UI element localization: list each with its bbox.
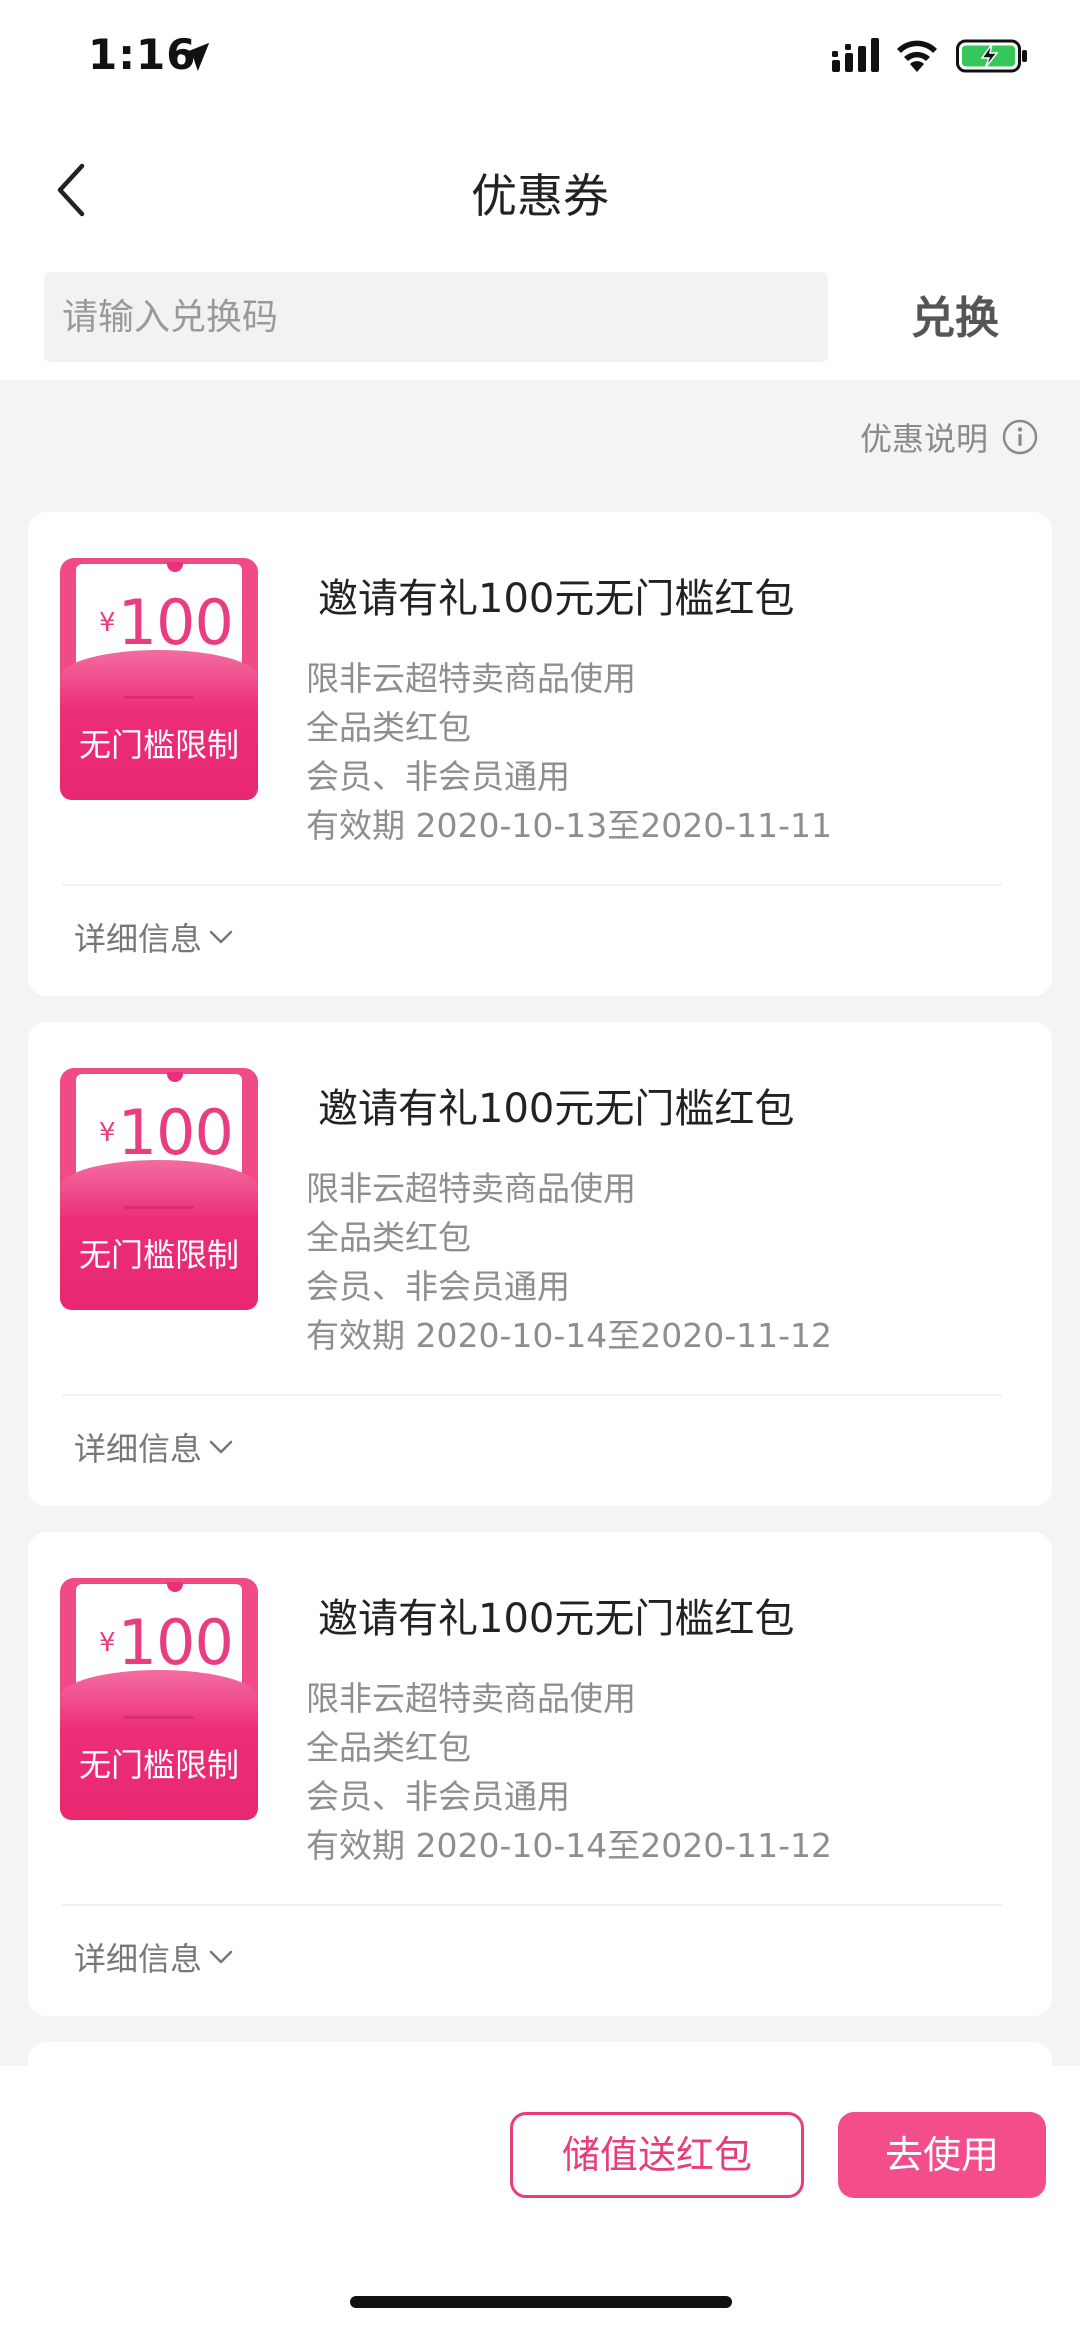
coupon-validity: 有效期 2020-10-14至2020-11-12: [306, 1826, 833, 1865]
currency-symbol: ¥: [99, 607, 116, 638]
details-toggle[interactable]: 详细信息: [74, 1422, 234, 1472]
coupon-threshold-label: 无门槛限制: [78, 1236, 239, 1274]
location-arrow-icon: [180, 42, 210, 72]
coupon-eligibility: 会员、非会员通用: [306, 1267, 570, 1306]
coupon-card[interactable]: ¥100 无门槛限制 邀请有礼100元无门槛红包 限非云超特卖商品使用 全品类红…: [28, 1532, 1052, 2016]
coupon-threshold-label: 无门槛限制: [78, 1746, 239, 1784]
home-indicator: [350, 2296, 732, 2308]
coupon-category: 全品类红包: [306, 708, 471, 747]
red-envelope-graphic: ¥100 无门槛限制: [60, 558, 258, 800]
details-toggle[interactable]: 详细信息: [74, 912, 234, 962]
status-bar: 1:16: [0, 0, 1080, 110]
promo-explanation-link[interactable]: 优惠说明: [860, 412, 1038, 462]
chevron-down-icon: [209, 930, 233, 944]
recharge-gift-button[interactable]: 储值送红包: [510, 2112, 804, 2198]
battery-charging-icon: [956, 39, 1027, 73]
chevron-down-icon: [209, 1950, 233, 1964]
coupon-value: 100: [117, 1096, 234, 1169]
coupon-validity: 有效期 2020-10-13至2020-11-11: [306, 806, 833, 845]
details-label: 详细信息: [74, 920, 203, 958]
promo-explanation-label: 优惠说明: [859, 420, 988, 458]
divider: [62, 884, 1002, 886]
details-label: 详细信息: [74, 1430, 203, 1468]
details-label: 详细信息: [74, 1940, 203, 1978]
coupon-card[interactable]: ¥100 无门槛限制 邀请有礼100元无门槛红包 限非云超特卖商品使用 全品类红…: [28, 512, 1052, 996]
redeem-code-input[interactable]: [44, 272, 828, 362]
cellular-signal-icon: [832, 38, 879, 72]
coupon-value: 100: [117, 586, 234, 659]
coupon-value: 100: [117, 1606, 234, 1679]
coupon-threshold-label: 无门槛限制: [78, 726, 239, 764]
divider: [62, 1904, 1002, 1906]
coupon-amount: ¥100: [86, 1096, 246, 1169]
coupon-title: 邀请有礼100元无门槛红包: [318, 576, 795, 622]
coupon-amount: ¥100: [86, 586, 246, 659]
currency-symbol: ¥: [99, 1627, 116, 1658]
page-title: 优惠券: [471, 169, 609, 223]
info-icon: [1002, 419, 1038, 455]
use-coupon-button[interactable]: 去使用: [838, 2112, 1046, 2198]
coupon-restriction: 限非云超特卖商品使用: [306, 1679, 636, 1718]
header-area: 1:16 优惠券 兑换: [0, 0, 1080, 380]
details-toggle[interactable]: 详细信息: [74, 1932, 234, 1982]
coupon-eligibility: 会员、非会员通用: [306, 757, 570, 796]
bottom-action-bar: 储值送红包 去使用: [0, 2066, 1080, 2338]
coupon-card[interactable]: ¥100 无门槛限制 邀请有礼100元无门槛红包 限非云超特卖商品使用 全品类红…: [28, 1022, 1052, 1506]
coupon-category: 全品类红包: [306, 1728, 471, 1767]
currency-symbol: ¥: [99, 1117, 116, 1148]
wifi-icon: [897, 40, 937, 72]
coupon-amount: ¥100: [86, 1606, 246, 1679]
coupon-eligibility: 会员、非会员通用: [306, 1777, 570, 1816]
chevron-down-icon: [209, 1440, 233, 1454]
divider: [62, 1394, 1002, 1396]
coupon-restriction: 限非云超特卖商品使用: [306, 1169, 636, 1208]
coupon-title: 邀请有礼100元无门槛红包: [318, 1596, 795, 1642]
red-envelope-graphic: ¥100 无门槛限制: [60, 1068, 258, 1310]
red-envelope-graphic: ¥100 无门槛限制: [60, 1578, 258, 1820]
coupon-title: 邀请有礼100元无门槛红包: [318, 1086, 795, 1132]
coupon-category: 全品类红包: [306, 1218, 471, 1257]
coupon-validity: 有效期 2020-10-14至2020-11-12: [306, 1316, 833, 1355]
redeem-button[interactable]: 兑换: [880, 282, 1030, 356]
coupon-restriction: 限非云超特卖商品使用: [306, 659, 636, 698]
